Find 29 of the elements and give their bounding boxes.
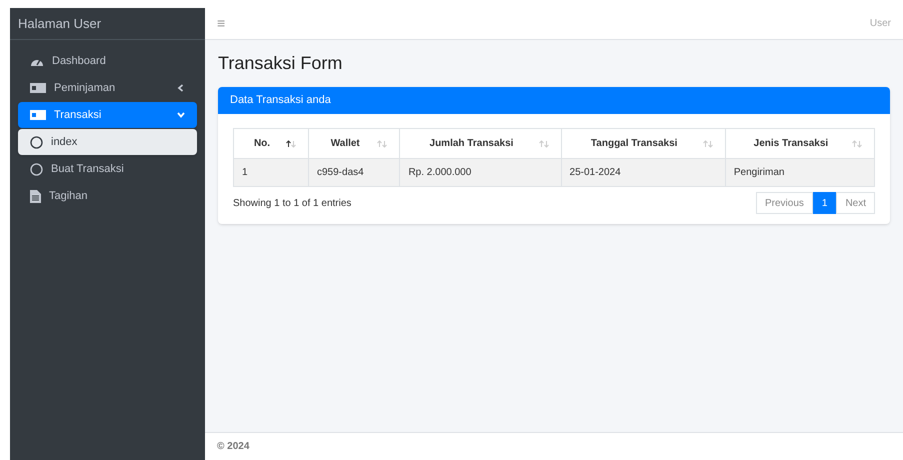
banknote-icon <box>30 110 46 120</box>
table-cell: 25-01-2024 <box>561 158 726 186</box>
sidebar-item[interactable]: Dashboard <box>18 48 197 74</box>
column-header[interactable]: Tanggal Transaksi <box>561 128 726 158</box>
column-header[interactable]: No. <box>234 128 308 158</box>
table-cell: Pengiriman <box>725 158 874 186</box>
banknote-icon <box>30 83 46 93</box>
chevron-left-icon <box>177 84 185 92</box>
sidebar-item[interactable]: Tagihan <box>18 183 197 209</box>
column-header[interactable]: Jumlah Transaksi <box>400 128 562 158</box>
sidebar-item[interactable]: Buat Transaksi <box>18 156 197 182</box>
circle-icon <box>30 162 43 176</box>
sidebar-item[interactable]: Peminjaman <box>18 75 197 101</box>
chevron-down-icon <box>177 111 185 119</box>
page-button[interactable]: Previous <box>756 192 813 214</box>
entries-info: Showing 1 to 1 of 1 entries <box>233 196 352 210</box>
table-cell: Rp. 2.000.000 <box>400 158 562 186</box>
page-button[interactable]: 1 <box>812 192 836 214</box>
table-cell: c959-das4 <box>308 158 400 186</box>
card-header: Data Transaksi anda <box>218 87 890 114</box>
circle-icon <box>30 136 43 148</box>
sidebar-item[interactable]: index <box>18 129 197 155</box>
copyright-text: © 2024 <box>217 440 250 454</box>
file-icon <box>30 190 41 202</box>
page-title: Transaksi Form <box>218 52 344 75</box>
page-button[interactable]: Next <box>836 192 875 214</box>
column-header[interactable]: Jenis Transaksi <box>725 128 874 158</box>
table-cell: 1 <box>234 158 308 186</box>
sidebar-item[interactable]: Transaksi <box>18 102 197 128</box>
